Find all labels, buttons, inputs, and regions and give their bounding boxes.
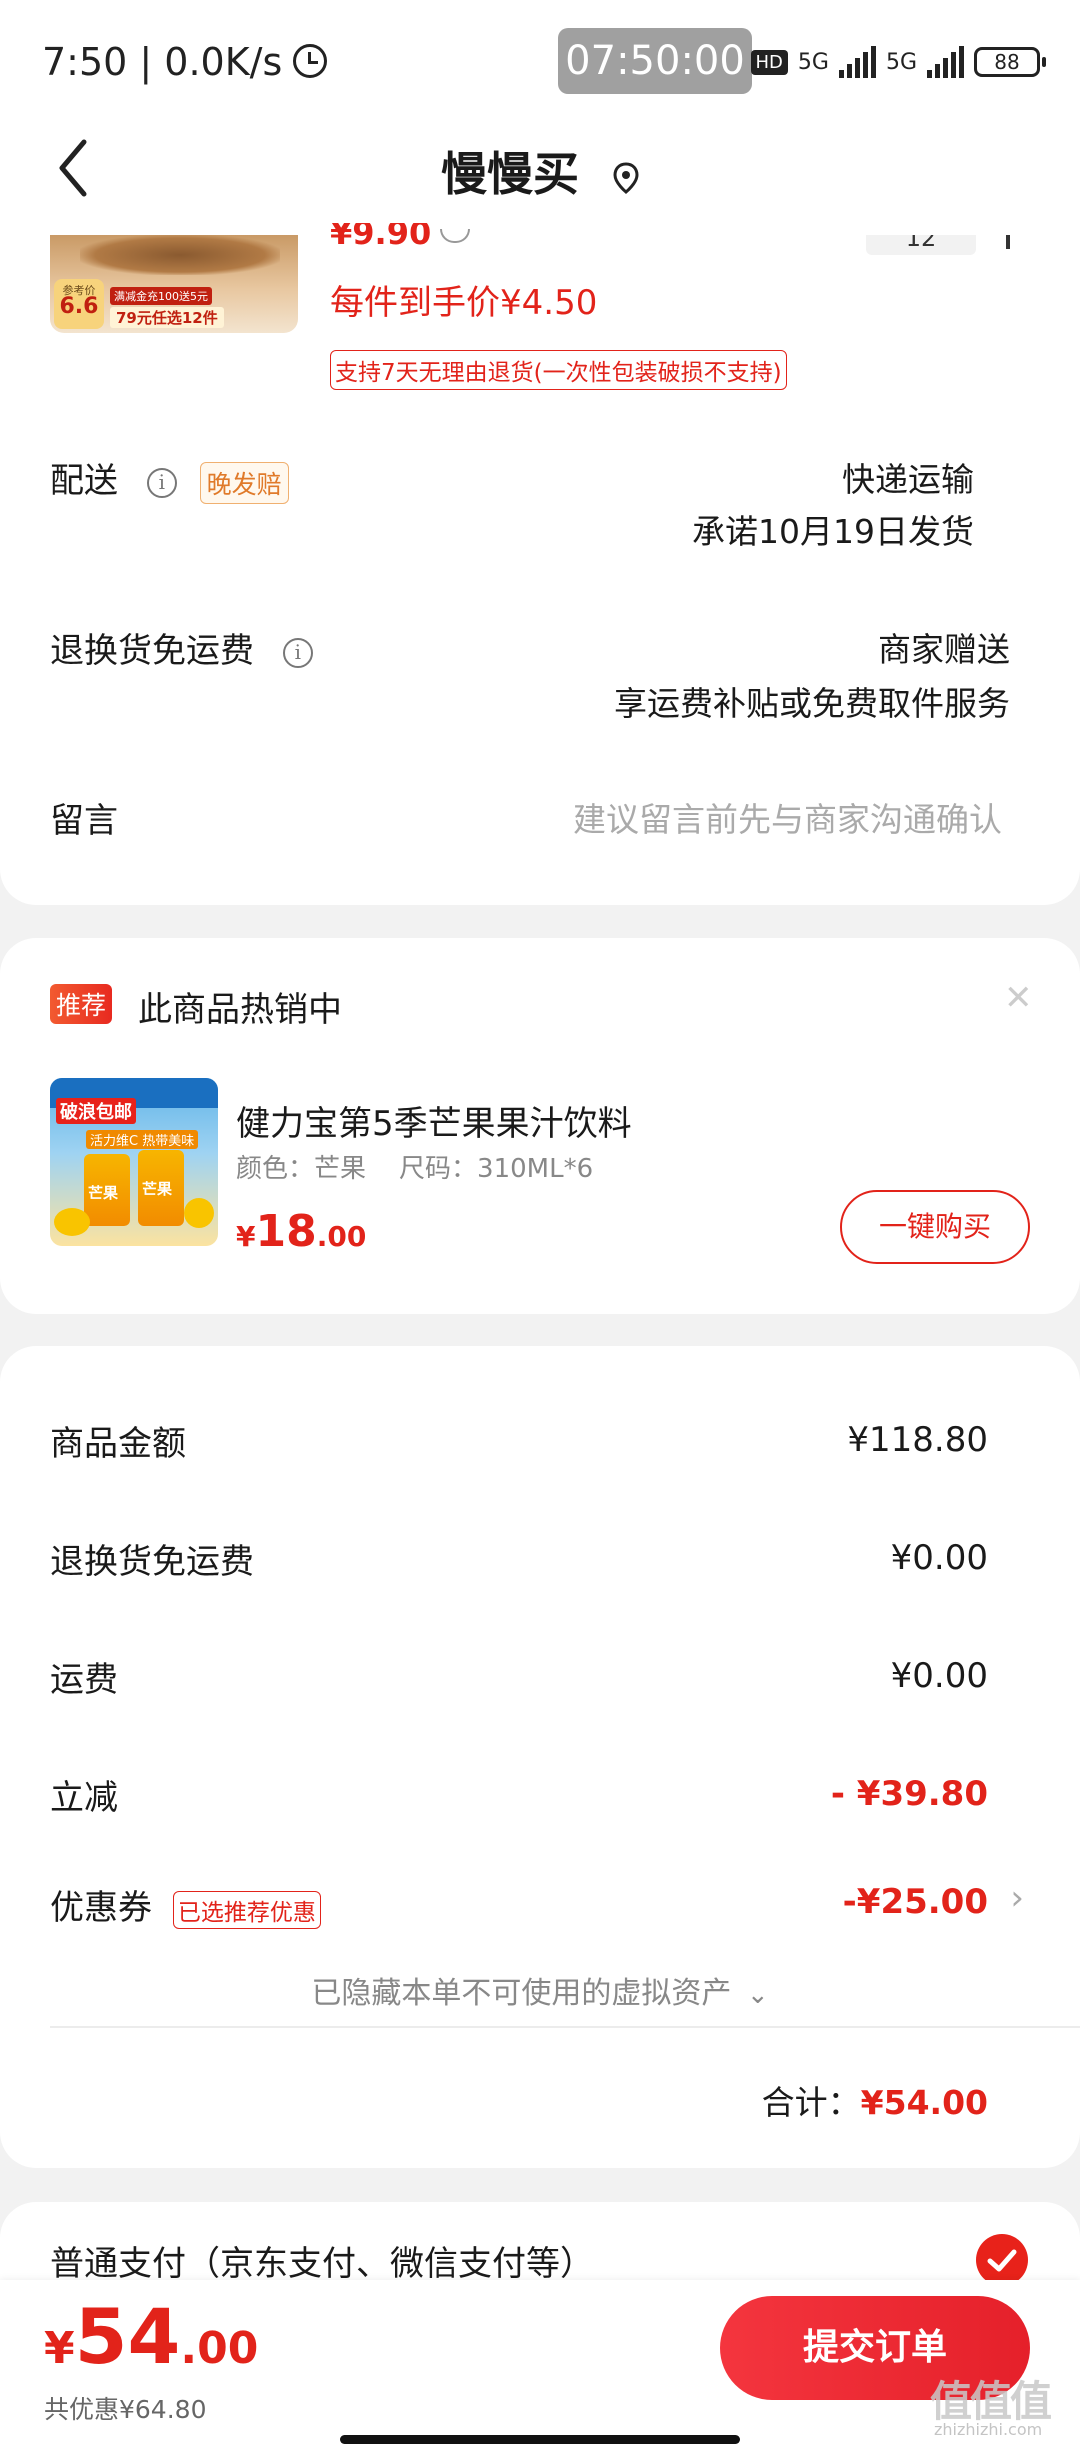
info-icon[interactable]: i bbox=[282, 637, 313, 668]
img-text-1: 破浪包邮 bbox=[56, 1098, 136, 1124]
per-item-price: 每件到手价¥4.50 bbox=[330, 283, 598, 323]
quantity-plus-button[interactable] bbox=[1006, 235, 1010, 249]
clock-overlay: 07:50:00 bbox=[558, 28, 752, 94]
delivery-label-text: 配送 bbox=[50, 461, 118, 501]
hidden-assets-text: 已隐藏本单不可使用的虚拟资产 bbox=[311, 1976, 732, 2011]
price-symbol: ¥ bbox=[236, 1220, 256, 1253]
order-details-card: 参考价 6.6 满减金充100送5元 79元任选12件 ¥9.90 12 每件到… bbox=[0, 223, 1080, 905]
message-input[interactable]: 建议留言前先与商家沟通确认 bbox=[573, 793, 1002, 841]
goods-amount-label: 商品金额 bbox=[50, 1424, 186, 1464]
one-click-buy-button[interactable]: 一键购买 bbox=[840, 1190, 1030, 1264]
bottom-price-int: 54 bbox=[74, 2292, 181, 2381]
shipping-fee-label: 运费 bbox=[50, 1660, 118, 1700]
delivery-label: 配送 i 晚发赔 bbox=[50, 453, 289, 504]
price-int: 18 bbox=[255, 1206, 317, 1257]
shipping-fee-value: ¥0.00 bbox=[890, 1656, 988, 1696]
return-shipping-amount-value: ¥0.00 bbox=[890, 1538, 988, 1578]
return-shipping-line2: 享运费补贴或免费取件服务 bbox=[614, 684, 1010, 723]
location-pin-icon[interactable] bbox=[613, 161, 639, 194]
alarm-icon bbox=[293, 44, 327, 78]
chevron-down-icon: ⌄ bbox=[746, 1980, 769, 2010]
recommend-product-spec: 颜色：芒果 尺码：310ML*6 bbox=[236, 1154, 594, 1184]
goods-amount-value: ¥118.80 bbox=[847, 1420, 988, 1460]
return-shipping-amount-label: 退换货免运费 bbox=[50, 1542, 254, 1582]
img-can-2: 芒果 bbox=[142, 1180, 173, 1198]
recommend-product-image[interactable]: 破浪包邮 活力维C 热带美味 芒果 芒果 bbox=[50, 1078, 218, 1246]
product-image[interactable]: 参考价 6.6 满减金充100送5元 79元任选12件 bbox=[50, 235, 298, 333]
signal-icon-2 bbox=[927, 46, 964, 78]
coupon-label: 优惠券 已选推荐优惠 bbox=[50, 1880, 321, 1929]
coupon-value: -¥25.00 bbox=[842, 1882, 988, 1922]
return-policy-badge: 支持7天无理由退货(一次性包装破损不支持) bbox=[330, 350, 787, 390]
status-icons: HD 5G 5G 88 bbox=[750, 46, 1046, 78]
instant-discount-value: - ¥39.80 bbox=[830, 1774, 988, 1814]
delivery-method: 快递运输 bbox=[842, 460, 974, 499]
message-label: 留言 bbox=[50, 801, 118, 841]
bottom-price-dec: .00 bbox=[180, 2323, 259, 2374]
coupon-badge: 已选推荐优惠 bbox=[172, 1890, 321, 1929]
price-info-icon[interactable] bbox=[440, 229, 470, 243]
status-bar: 7:50 | 0.0K/s 07:50:00 HD 5G 5G 88 bbox=[0, 0, 1080, 130]
network-5g-label-2: 5G bbox=[885, 49, 917, 75]
status-time-speed: 7:50 | 0.0K/s bbox=[42, 40, 283, 84]
return-shipping-label-text: 退换货免运费 bbox=[50, 631, 254, 671]
recommend-price: ¥18.00 bbox=[236, 1206, 366, 1257]
delivery-promise: 承诺10月19日发货 bbox=[692, 512, 974, 551]
quantity-input[interactable]: 12 bbox=[866, 235, 976, 255]
close-icon[interactable]: ✕ bbox=[1004, 978, 1033, 1018]
hd-icon: HD bbox=[750, 49, 788, 75]
payment-method-label: 普通支付（京东支付、微信支付等） bbox=[50, 2244, 594, 2284]
hidden-assets-toggle[interactable]: 已隐藏本单不可使用的虚拟资产 ⌄ bbox=[0, 1968, 1080, 2012]
img-promo-1: 满减金充100送5元 bbox=[110, 287, 212, 305]
return-shipping-label: 退换货免运费 i bbox=[50, 623, 313, 672]
return-shipping-line1: 商家赠送 bbox=[878, 630, 1010, 669]
info-icon[interactable]: i bbox=[146, 467, 177, 498]
watermark-url: zhizhizhi.com bbox=[934, 2420, 1043, 2439]
product-price-partial: ¥9.90 bbox=[330, 223, 432, 251]
img-text-2: 活力维C 热带美味 bbox=[86, 1130, 199, 1149]
recommend-title: 此商品热销中 bbox=[138, 990, 342, 1030]
bottom-bar: ¥54.00 共优惠¥64.80 提交订单 值值值 zhizhizhi.com bbox=[0, 2280, 1080, 2460]
recommend-card: 推荐 此商品热销中 ✕ 破浪包邮 活力维C 热带美味 芒果 芒果 健力宝第5季芒… bbox=[0, 938, 1080, 1314]
price-dec: .00 bbox=[316, 1220, 367, 1253]
home-indicator bbox=[340, 2435, 740, 2444]
nav-bar: 慢慢买 bbox=[0, 130, 1080, 235]
amounts-card: 商品金额 ¥118.80 退换货免运费 ¥0.00 运费 ¥0.00 立减 - … bbox=[0, 1346, 1080, 2168]
bottom-total-price: ¥54.00 bbox=[44, 2292, 258, 2381]
total-value: ¥54.00 bbox=[860, 2083, 988, 2122]
total-row: 合计：¥54.00 bbox=[762, 2076, 988, 2124]
coupon-label-text: 优惠券 bbox=[50, 1888, 152, 1928]
page-title: 慢慢买 bbox=[0, 138, 1080, 204]
divider bbox=[50, 2026, 1080, 2028]
instant-discount-label: 立减 bbox=[50, 1778, 118, 1818]
payment-selected-check-icon[interactable] bbox=[976, 2234, 1028, 2286]
signal-icon bbox=[838, 46, 876, 78]
img-can-1: 芒果 bbox=[88, 1184, 119, 1202]
img-promo-2: 79元任选12件 bbox=[110, 307, 224, 328]
total-label: 合计： bbox=[761, 2083, 861, 2122]
chevron-right-icon[interactable]: › bbox=[1010, 1878, 1024, 1918]
battery-icon: 88 bbox=[974, 47, 1046, 77]
total-saved: 共优惠¥64.80 bbox=[44, 2395, 207, 2424]
img-price: 6.6 bbox=[59, 294, 99, 319]
bottom-price-symbol: ¥ bbox=[44, 2323, 75, 2374]
recommend-product-name[interactable]: 健力宝第5季芒果果汁饮料 bbox=[236, 1096, 632, 1145]
late-compensation-badge: 晚发赔 bbox=[199, 461, 289, 504]
network-5g-label: 5G bbox=[797, 49, 829, 75]
recommend-tag: 推荐 bbox=[50, 984, 113, 1024]
